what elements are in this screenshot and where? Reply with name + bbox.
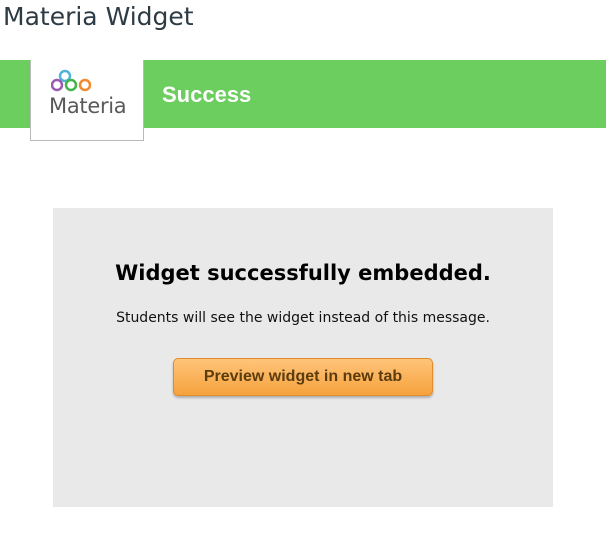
header-status: Success (162, 82, 252, 107)
embed-message-panel: Widget successfully embedded. Students w… (53, 208, 553, 507)
message-subtext: Students will see the widget instead of … (116, 310, 490, 326)
materia-rings-logo-icon (51, 69, 92, 92)
message-heading: Widget successfully embedded. (115, 261, 491, 285)
materia-logo: Materia (30, 60, 144, 141)
preview-widget-button[interactable]: Preview widget in new tab (173, 358, 433, 396)
logo-text: Materia (49, 94, 127, 118)
page-title: Materia Widget (3, 2, 194, 31)
